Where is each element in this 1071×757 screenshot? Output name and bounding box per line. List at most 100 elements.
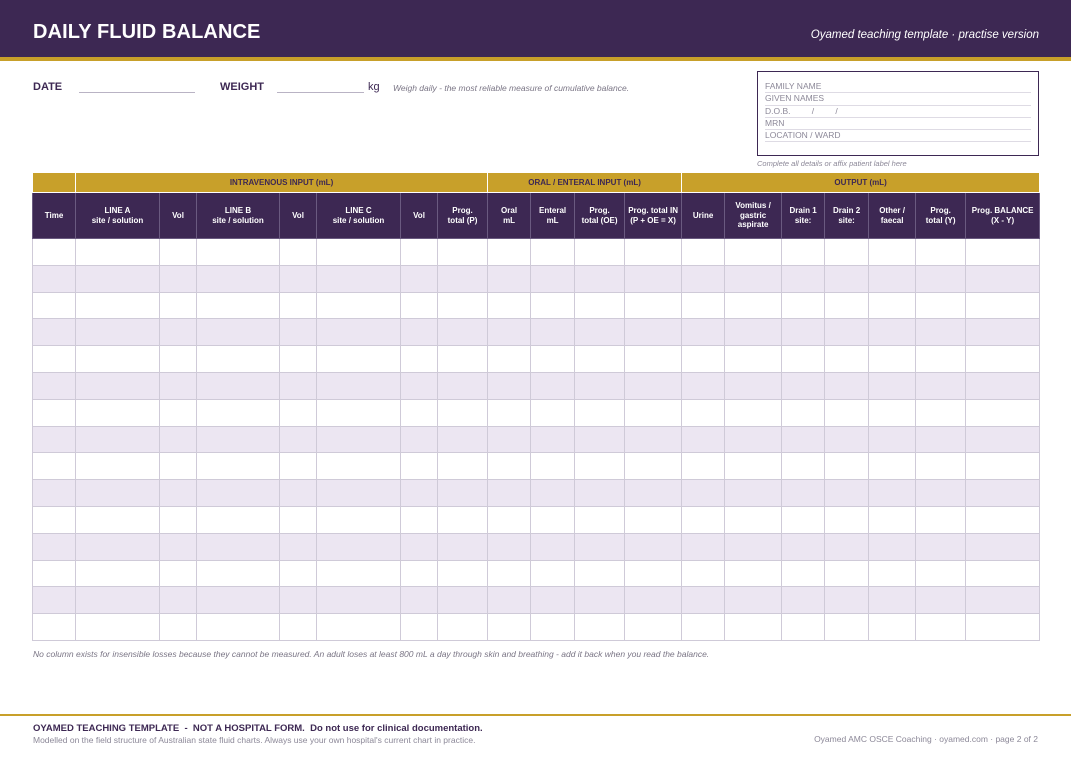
table-cell[interactable] (436, 318, 489, 347)
table-cell[interactable] (530, 425, 576, 454)
table-cell[interactable] (724, 291, 783, 320)
table-cell[interactable] (781, 532, 826, 561)
table-cell[interactable] (868, 479, 917, 507)
table-cell[interactable] (32, 479, 76, 507)
table-cell[interactable] (75, 264, 160, 293)
table-cell[interactable] (400, 559, 438, 588)
table-cell[interactable] (824, 586, 870, 615)
table-cell[interactable] (681, 559, 726, 588)
table-cell[interactable] (781, 291, 826, 320)
table-cell[interactable] (32, 371, 76, 400)
table-cell[interactable] (868, 318, 917, 347)
table-cell[interactable] (400, 532, 438, 561)
table-cell[interactable] (316, 505, 401, 534)
table-cell[interactable] (196, 345, 280, 373)
table-cell[interactable] (868, 371, 917, 400)
table-cell[interactable] (824, 238, 870, 266)
table-cell[interactable] (75, 479, 160, 507)
table-cell[interactable] (487, 371, 532, 400)
table-cell[interactable] (196, 371, 280, 400)
table-cell[interactable] (316, 559, 401, 588)
table-cell[interactable] (32, 505, 76, 534)
table-cell[interactable] (915, 532, 967, 561)
table-cell[interactable] (824, 425, 870, 454)
table-cell[interactable] (915, 586, 967, 615)
table-cell[interactable] (824, 291, 870, 320)
table-cell[interactable] (868, 586, 917, 615)
table-cell[interactable] (75, 371, 160, 400)
table-cell[interactable] (915, 238, 967, 266)
table-cell[interactable] (530, 559, 576, 588)
table-cell[interactable] (624, 238, 683, 266)
table-cell[interactable] (781, 559, 826, 588)
table-cell[interactable] (915, 264, 967, 293)
table-cell[interactable] (316, 398, 401, 427)
table-cell[interactable] (487, 559, 532, 588)
table-cell[interactable] (279, 532, 317, 561)
table-cell[interactable] (965, 238, 1041, 266)
table-cell[interactable] (624, 425, 683, 454)
table-cell[interactable] (868, 559, 917, 588)
table-cell[interactable] (400, 505, 438, 534)
table-cell[interactable] (574, 613, 626, 641)
table-cell[interactable] (159, 559, 197, 588)
table-cell[interactable] (487, 613, 532, 641)
table-cell[interactable] (487, 452, 532, 481)
table-cell[interactable] (279, 452, 317, 481)
table-cell[interactable] (915, 318, 967, 347)
table-cell[interactable] (487, 586, 532, 615)
table-cell[interactable] (781, 586, 826, 615)
table-cell[interactable] (400, 291, 438, 320)
table-cell[interactable] (824, 559, 870, 588)
table-cell[interactable] (824, 398, 870, 427)
table-cell[interactable] (32, 318, 76, 347)
table-cell[interactable] (624, 532, 683, 561)
table-cell[interactable] (159, 345, 197, 373)
table-cell[interactable] (400, 586, 438, 615)
table-cell[interactable] (965, 264, 1041, 293)
table-cell[interactable] (487, 532, 532, 561)
table-cell[interactable] (824, 345, 870, 373)
table-cell[interactable] (487, 318, 532, 347)
table-cell[interactable] (436, 398, 489, 427)
table-cell[interactable] (965, 479, 1041, 507)
table-cell[interactable] (436, 613, 489, 641)
table-cell[interactable] (965, 291, 1041, 320)
table-cell[interactable] (32, 345, 76, 373)
table-cell[interactable] (436, 532, 489, 561)
table-cell[interactable] (159, 238, 197, 266)
table-cell[interactable] (624, 264, 683, 293)
table-cell[interactable] (279, 264, 317, 293)
table-cell[interactable] (724, 613, 783, 641)
table-cell[interactable] (159, 532, 197, 561)
mrn-field[interactable]: MRN (765, 118, 1031, 131)
table-cell[interactable] (824, 371, 870, 400)
table-cell[interactable] (159, 398, 197, 427)
table-cell[interactable] (868, 238, 917, 266)
table-cell[interactable] (624, 452, 683, 481)
table-cell[interactable] (724, 398, 783, 427)
table-cell[interactable] (724, 559, 783, 588)
table-cell[interactable] (681, 291, 726, 320)
table-cell[interactable] (316, 318, 401, 347)
table-cell[interactable] (965, 425, 1041, 454)
table-cell[interactable] (75, 398, 160, 427)
table-cell[interactable] (965, 613, 1041, 641)
family-name-field[interactable]: FAMILY NAME (765, 81, 1031, 94)
table-cell[interactable] (724, 505, 783, 534)
table-cell[interactable] (530, 532, 576, 561)
table-cell[interactable] (915, 559, 967, 588)
table-cell[interactable] (279, 291, 317, 320)
table-cell[interactable] (624, 586, 683, 615)
table-cell[interactable] (915, 398, 967, 427)
table-cell[interactable] (965, 452, 1041, 481)
table-cell[interactable] (487, 291, 532, 320)
table-cell[interactable] (75, 452, 160, 481)
table-cell[interactable] (400, 318, 438, 347)
table-cell[interactable] (724, 371, 783, 400)
table-cell[interactable] (75, 238, 160, 266)
table-cell[interactable] (279, 479, 317, 507)
table-cell[interactable] (915, 452, 967, 481)
table-cell[interactable] (681, 505, 726, 534)
table-cell[interactable] (75, 586, 160, 615)
